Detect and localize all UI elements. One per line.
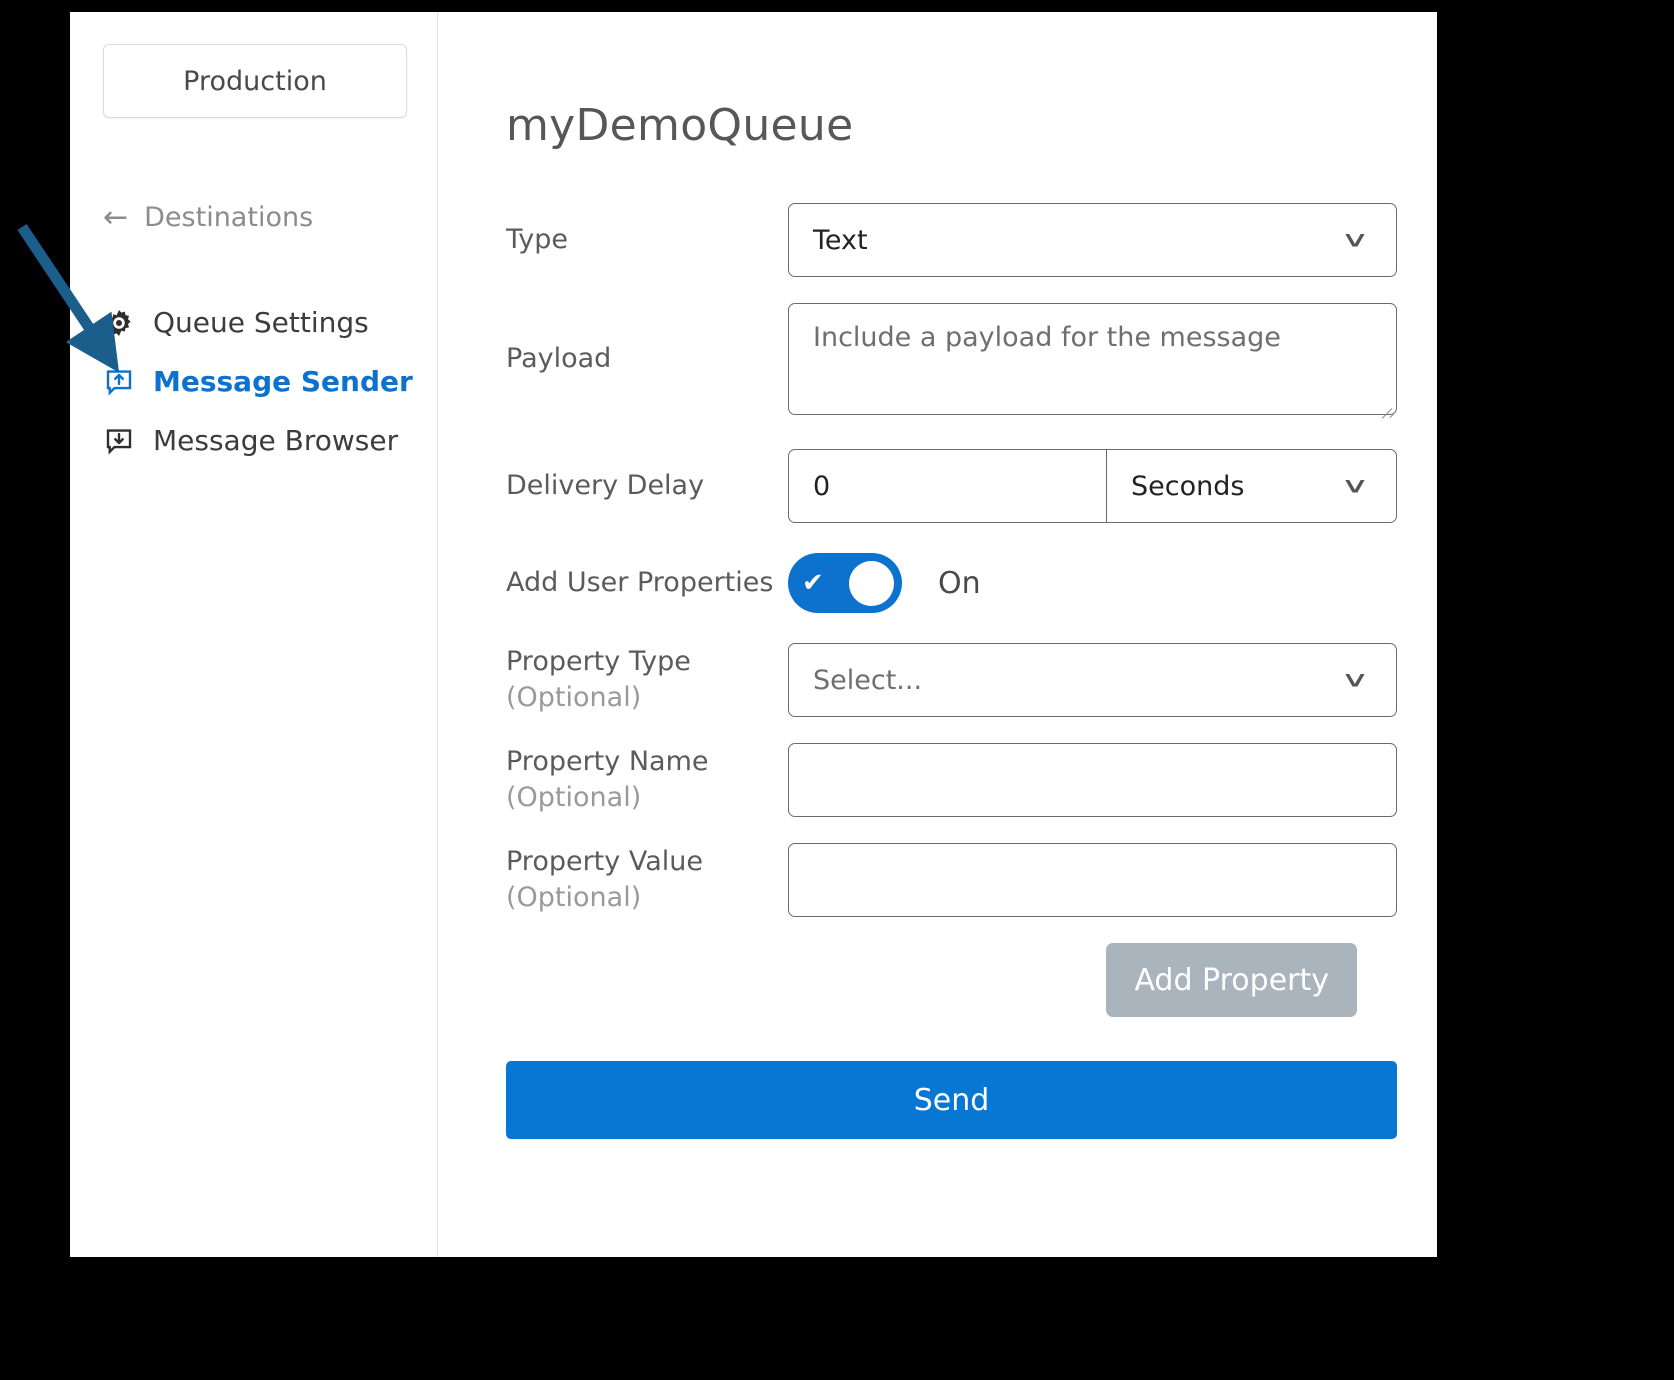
chevron-down-icon: ∨ [1340,229,1370,251]
form-row-payload: Payload Include a payload for the messag… [506,303,1397,415]
sidebar-item-message-browser[interactable]: Message Browser [70,411,437,470]
sidebar: Production ← Destinations Queue Settings [70,12,438,1257]
chevron-down-icon: ∨ [1340,669,1370,691]
payload-placeholder: Include a payload for the message [813,322,1281,353]
sidebar-item-queue-settings[interactable]: Queue Settings [70,293,437,352]
property-value-input[interactable] [788,843,1397,917]
add-user-properties-toggle[interactable]: ✔ [788,553,902,613]
environment-selector-button[interactable]: Production [103,44,407,118]
delivery-delay-input[interactable]: 0 [788,449,1107,523]
property-type-optional: (Optional) [506,680,776,716]
toggle-knob [849,561,894,606]
payload-label: Payload [506,303,788,377]
sidebar-item-label: Queue Settings [153,306,369,339]
property-value-label-text: Property Value [506,846,703,877]
property-type-placeholder: Select... [813,665,922,696]
form-row-type: Type Text ∨ [506,203,1397,277]
arrow-left-icon: ← [103,203,128,233]
gear-icon [103,307,135,339]
form-row-delivery-delay: Delivery Delay 0 Seconds ∨ [506,449,1397,523]
sidebar-item-label: Message Browser [153,424,398,457]
add-property-button[interactable]: Add Property [1106,943,1357,1017]
add-user-properties-label: Add User Properties [506,565,788,601]
form-row-property-type: Property Type (Optional) Select... ∨ [506,643,1397,717]
add-property-row: Add Property [506,943,1397,1017]
property-type-label: Property Type (Optional) [506,644,788,715]
back-to-destinations-link[interactable]: ← Destinations [103,202,437,233]
resize-grip-icon[interactable] [1376,395,1392,411]
type-select-value: Text [813,225,868,256]
type-select[interactable]: Text ∨ [788,203,1397,277]
delivery-delay-value: 0 [813,471,830,502]
main-content: myDemoQueue Type Text ∨ Payload Include … [438,12,1437,1257]
form-row-property-value: Property Value (Optional) [506,843,1397,917]
back-link-label: Destinations [144,202,313,233]
property-type-label-text: Property Type [506,646,691,677]
page-title: myDemoQueue [506,100,1437,151]
check-icon: ✔ [802,570,824,596]
message-receive-icon [103,425,135,457]
delivery-delay-group: 0 Seconds ∨ [788,449,1397,523]
delivery-delay-unit-select[interactable]: Seconds ∨ [1107,449,1397,523]
property-value-label: Property Value (Optional) [506,844,788,915]
app-window: Production ← Destinations Queue Settings [70,12,1437,1257]
send-button[interactable]: Send [506,1061,1397,1139]
sidebar-item-label: Message Sender [153,365,413,398]
property-type-select[interactable]: Select... ∨ [788,643,1397,717]
property-name-input[interactable] [788,743,1397,817]
delivery-delay-unit-value: Seconds [1131,471,1244,502]
add-user-properties-toggle-row: ✔ On [788,553,1397,613]
sidebar-item-message-sender[interactable]: Message Sender [70,352,437,411]
property-name-label: Property Name (Optional) [506,744,788,815]
type-label: Type [506,222,788,258]
chevron-down-icon: ∨ [1340,475,1370,497]
property-name-label-text: Property Name [506,746,709,777]
payload-textarea[interactable]: Include a payload for the message [788,303,1397,415]
form-row-add-user-properties: Add User Properties ✔ On [506,553,1397,613]
message-sender-form: Type Text ∨ Payload Include a payload fo… [438,203,1437,1017]
property-name-optional: (Optional) [506,780,776,816]
property-value-optional: (Optional) [506,880,776,916]
add-user-properties-state: On [938,566,981,601]
sidebar-nav: Queue Settings Message Sender [70,293,437,470]
form-row-property-name: Property Name (Optional) [506,743,1397,817]
environment-selector-label: Production [183,66,327,97]
message-send-icon [103,366,135,398]
delivery-delay-label: Delivery Delay [506,468,788,504]
